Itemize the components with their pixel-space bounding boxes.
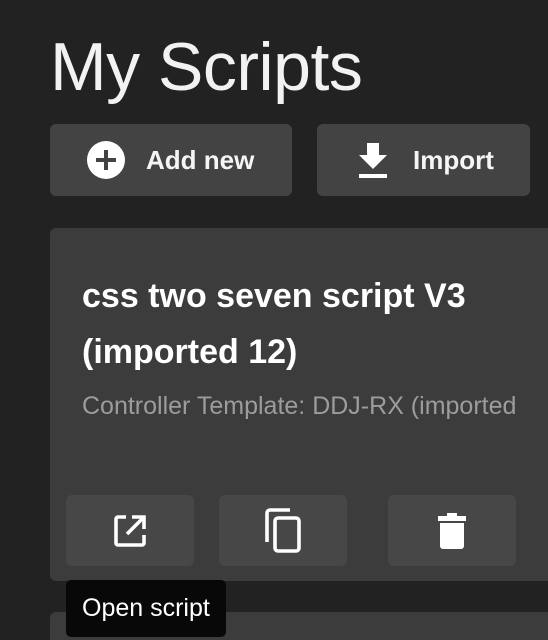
add-new-label: Add new xyxy=(146,144,255,175)
duplicate-script-button[interactable] xyxy=(219,495,347,566)
trash-icon xyxy=(437,512,467,550)
add-new-button[interactable]: Add new xyxy=(50,124,292,196)
copy-icon xyxy=(264,507,302,554)
delete-script-button[interactable] xyxy=(388,495,516,566)
open-script-button[interactable] xyxy=(66,495,194,566)
download-icon xyxy=(357,141,389,179)
controller-template-text: Controller Template: DDJ-RX (imported xyxy=(82,392,517,420)
script-title: css two seven script V3 (imported 12) xyxy=(82,277,466,371)
import-button[interactable]: Import xyxy=(317,124,530,196)
page-title: My Scripts xyxy=(50,29,363,105)
script-card: css two seven script V3 (imported 12) Co… xyxy=(50,228,548,581)
open-in-new-icon xyxy=(112,513,148,549)
open-script-tooltip: Open script xyxy=(66,580,226,637)
add-circle-icon xyxy=(86,140,126,180)
import-label: Import xyxy=(413,144,494,175)
my-scripts-page: My Scripts Add new Import css two seven … xyxy=(0,0,548,640)
